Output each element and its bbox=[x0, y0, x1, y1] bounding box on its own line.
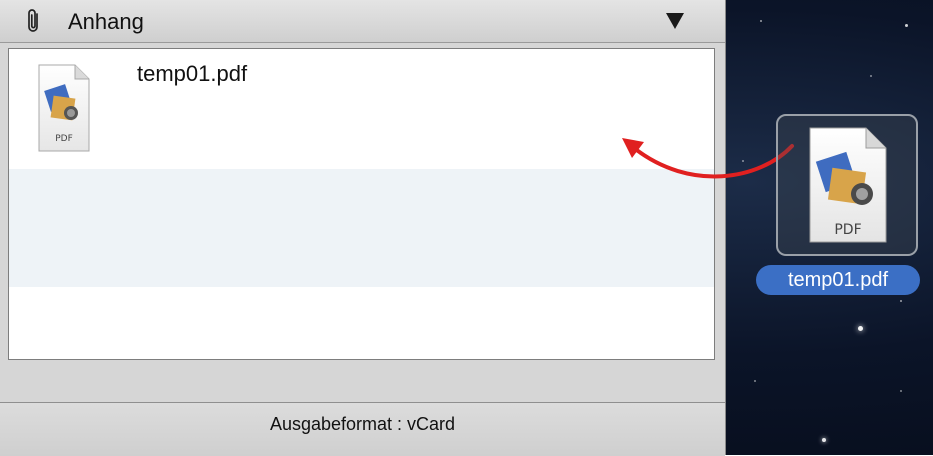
attachment-filename: temp01.pdf bbox=[137, 61, 248, 86]
attachments-title: Anhang bbox=[68, 9, 144, 34]
pdf-file-icon: PDF bbox=[809, 127, 887, 243]
empty-list-row bbox=[9, 287, 714, 359]
attachments-panel: Anhang PDF temp01.pdf Ausgabeformat: vC… bbox=[0, 0, 726, 456]
pdf-file-icon: PDF bbox=[38, 64, 90, 152]
attachments-header: Anhang bbox=[0, 0, 725, 43]
output-format-label: Ausgabeformat : vCard bbox=[269, 414, 456, 434]
star bbox=[760, 20, 762, 22]
paperclip-icon bbox=[28, 9, 38, 32]
star bbox=[754, 380, 756, 382]
star bbox=[905, 24, 908, 27]
pdf-icon-label: PDF bbox=[834, 222, 861, 238]
dropdown-triangle-icon[interactable] bbox=[664, 11, 686, 31]
star bbox=[822, 438, 826, 442]
star bbox=[900, 390, 902, 392]
attachments-list[interactable]: PDF temp01.pdf bbox=[8, 48, 715, 360]
status-bar: Ausgabeformat : vCard bbox=[0, 402, 725, 456]
star bbox=[870, 75, 872, 77]
pdf-icon-label: PDF bbox=[55, 134, 73, 144]
star bbox=[900, 300, 902, 302]
star bbox=[858, 326, 863, 331]
desktop-file-label[interactable]: temp01.pdf bbox=[756, 265, 920, 295]
desktop-file-icon[interactable]: PDF bbox=[776, 114, 918, 256]
